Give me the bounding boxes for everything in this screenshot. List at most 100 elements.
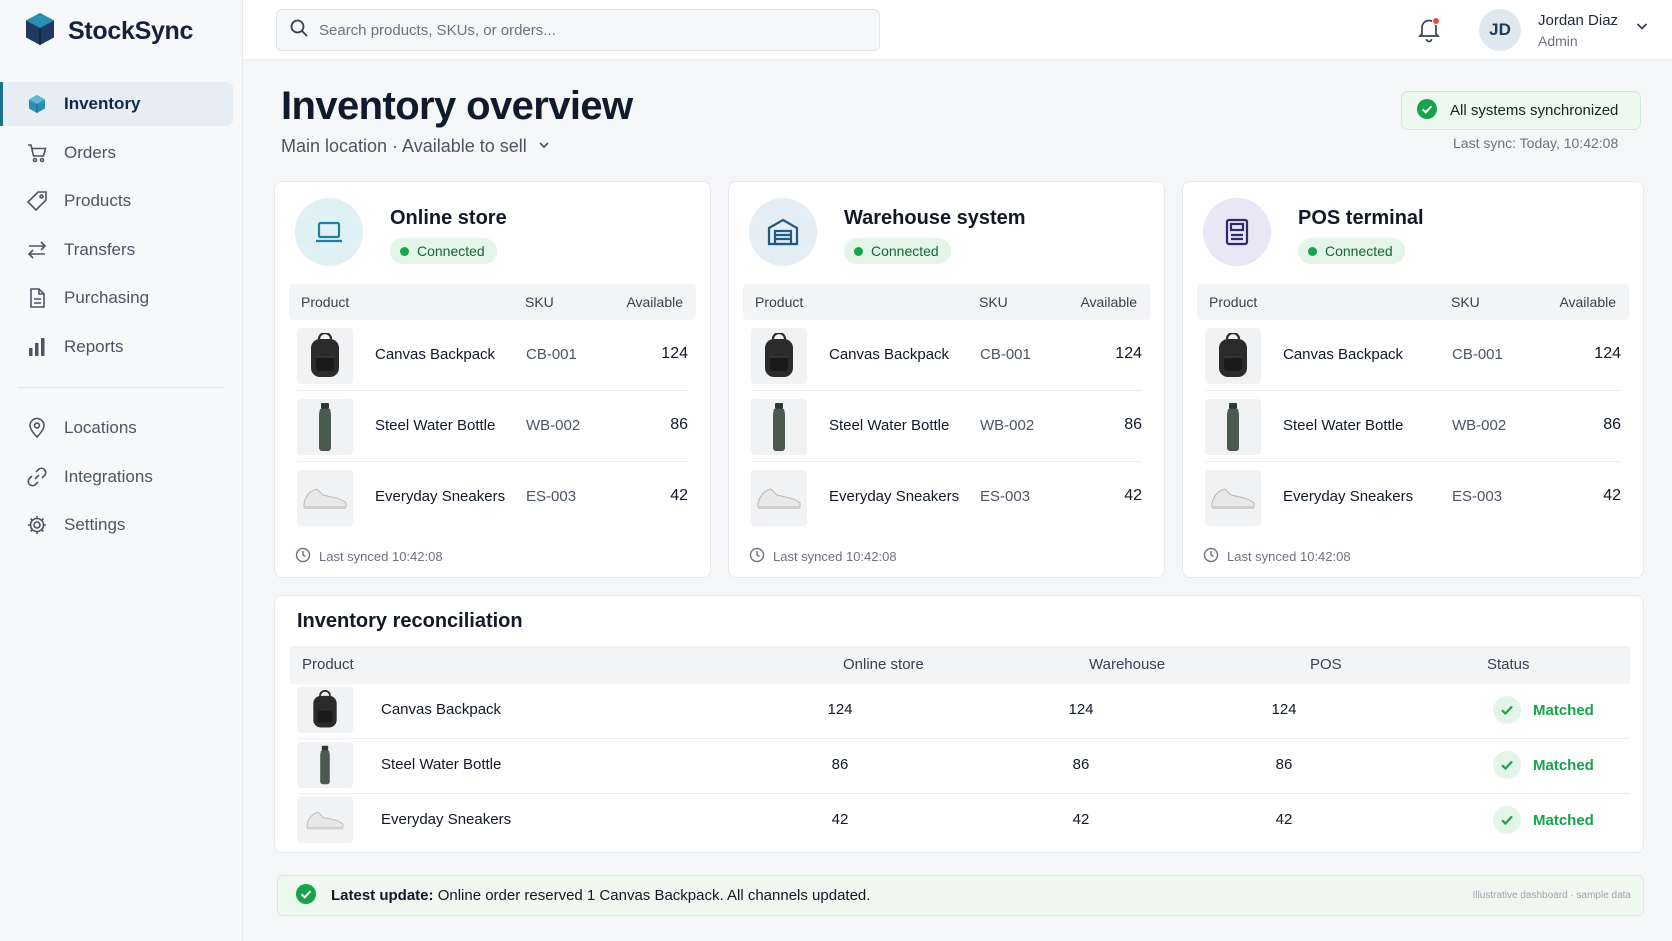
table-header: Product SKU Available xyxy=(743,284,1150,320)
tag-icon xyxy=(26,190,48,212)
column-header: POS xyxy=(1310,656,1342,673)
status-text: Matched xyxy=(1533,756,1594,774)
table-row[interactable]: Canvas Backpack CB-001 124 xyxy=(1205,320,1621,391)
available-qty: 86 xyxy=(1124,416,1142,433)
status-badge: Connected xyxy=(844,238,951,264)
box-logo-icon xyxy=(24,12,56,51)
last-sync-time: Last sync: Today, 10:42:08 xyxy=(1453,135,1619,151)
status-dot xyxy=(1308,246,1317,256)
table-row[interactable]: Everyday Sneakers ES-003 42 xyxy=(297,462,688,533)
sku: ES-003 xyxy=(1452,488,1503,505)
channel-title: Warehouse system xyxy=(844,207,1026,229)
bottle-thumbnail xyxy=(1205,399,1261,455)
table-row[interactable]: Steel Water Bottle 86 86 86 Matched xyxy=(297,739,1630,794)
topbar: JD Jordan Diaz Admin xyxy=(243,0,1672,60)
product-name: Steel Water Bottle xyxy=(375,417,496,434)
table-row[interactable]: Canvas Backpack 124 124 124 Matched xyxy=(297,684,1630,739)
sneaker-thumbnail xyxy=(1205,470,1261,526)
check-icon xyxy=(1493,806,1521,834)
product-name: Everyday Sneakers xyxy=(381,811,512,828)
product-name: Canvas Backpack xyxy=(375,346,496,363)
sidebar-item-label: Settings xyxy=(64,515,126,535)
status-text: Connected xyxy=(871,243,939,259)
search-box[interactable] xyxy=(276,9,880,51)
sidebar-item-inventory[interactable]: Inventory xyxy=(0,82,233,126)
sku: CB-001 xyxy=(1452,346,1503,363)
sidebar-item-label: Transfers xyxy=(64,239,136,259)
sync-status-text: All systems synchronized xyxy=(1450,102,1619,119)
sku: ES-003 xyxy=(526,488,577,505)
column-header: Product xyxy=(301,294,350,310)
backpack-thumbnail xyxy=(751,328,807,384)
location-label: Main location · Available to sell xyxy=(281,136,527,156)
sneaker-thumbnail xyxy=(297,470,353,526)
page-title: Inventory overview xyxy=(281,84,633,128)
box-icon xyxy=(26,93,48,115)
column-header: SKU xyxy=(1451,294,1480,310)
document-icon xyxy=(26,287,48,309)
table-row[interactable]: Everyday Sneakers 42 42 42 Matched xyxy=(297,794,1630,849)
table-row[interactable]: Canvas Backpack CB-001 124 xyxy=(751,320,1142,391)
available-qty: 124 xyxy=(661,345,688,362)
bottle-thumbnail xyxy=(297,742,353,788)
reconciliation-panel: Inventory reconciliation Product Online … xyxy=(274,595,1644,853)
brand[interactable]: StockSync xyxy=(24,12,193,51)
brand-name: StockSync xyxy=(68,17,194,45)
product-name: Steel Water Bottle xyxy=(381,756,502,773)
column-header: Online store xyxy=(843,656,924,673)
notifications-button[interactable] xyxy=(1415,15,1443,43)
sidebar-item-reports[interactable]: Reports xyxy=(0,325,243,369)
product-name: Canvas Backpack xyxy=(1283,346,1404,363)
column-header: Product xyxy=(755,294,804,310)
warehouse-qty: 42 xyxy=(1072,811,1090,828)
search-input[interactable] xyxy=(319,21,859,39)
sidebar-item-integrations[interactable]: Integrations xyxy=(0,455,243,499)
product-name: Everyday Sneakers xyxy=(829,488,960,505)
sidebar-item-locations[interactable]: Locations xyxy=(0,406,243,450)
laptop-icon xyxy=(295,198,363,266)
link-icon xyxy=(26,466,48,488)
product-name: Canvas Backpack xyxy=(381,701,502,718)
backpack-thumbnail xyxy=(297,687,353,733)
clock-icon xyxy=(1203,547,1219,566)
sku: ES-003 xyxy=(980,488,1031,505)
avatar[interactable]: JD xyxy=(1479,9,1521,51)
online-qty: 86 xyxy=(831,756,849,773)
online-qty: 42 xyxy=(831,811,849,828)
warehouse-qty: 124 xyxy=(1068,701,1094,718)
sidebar-item-orders[interactable]: Orders xyxy=(0,131,243,175)
sidebar-item-transfers[interactable]: Transfers xyxy=(0,228,243,272)
chevron-down-icon[interactable] xyxy=(1635,19,1649,38)
sidebar-item-products[interactable]: Products xyxy=(0,179,243,223)
check-circle-icon xyxy=(1416,98,1438,124)
sku: CB-001 xyxy=(980,346,1031,363)
pos-qty: 42 xyxy=(1275,811,1293,828)
backpack-thumbnail xyxy=(1205,328,1261,384)
banner-text: Latest update: Online order reserved 1 C… xyxy=(331,887,870,904)
sidebar-item-label: Integrations xyxy=(64,466,153,486)
table-row[interactable]: Canvas Backpack CB-001 124 xyxy=(297,320,688,391)
available-qty: 86 xyxy=(1603,416,1621,433)
last-synced-text: Last synced 10:42:08 xyxy=(773,549,897,564)
sync-status-badge: All systems synchronized xyxy=(1401,91,1641,130)
table-row[interactable]: Steel Water Bottle WB-002 86 xyxy=(751,391,1142,462)
table-row[interactable]: Everyday Sneakers ES-003 42 xyxy=(1205,462,1621,533)
product-name: Everyday Sneakers xyxy=(375,488,506,505)
table-row[interactable]: Steel Water Bottle WB-002 86 xyxy=(297,391,688,462)
table-header: Product SKU Available xyxy=(1197,284,1629,320)
user-name[interactable]: Jordan Diaz xyxy=(1538,12,1618,29)
bottle-thumbnail xyxy=(297,399,353,455)
sidebar-item-settings[interactable]: Settings xyxy=(0,503,243,547)
column-header: Warehouse xyxy=(1089,656,1166,673)
product-name: Canvas Backpack xyxy=(829,346,950,363)
channel-card-pos-terminal: POS terminal Connected Product SKU Avail… xyxy=(1182,181,1644,578)
table-row[interactable]: Everyday Sneakers ES-003 42 xyxy=(751,462,1142,533)
column-header: SKU xyxy=(979,294,1008,310)
sidebar-item-purchasing[interactable]: Purchasing xyxy=(0,276,243,320)
status-text: Connected xyxy=(1325,243,1393,259)
cart-icon xyxy=(26,142,48,164)
warehouse-icon xyxy=(749,198,817,266)
table-row[interactable]: Steel Water Bottle WB-002 86 xyxy=(1205,391,1621,462)
arrows-icon xyxy=(26,239,48,261)
location-selector[interactable]: Main location · Available to sell xyxy=(281,136,551,157)
